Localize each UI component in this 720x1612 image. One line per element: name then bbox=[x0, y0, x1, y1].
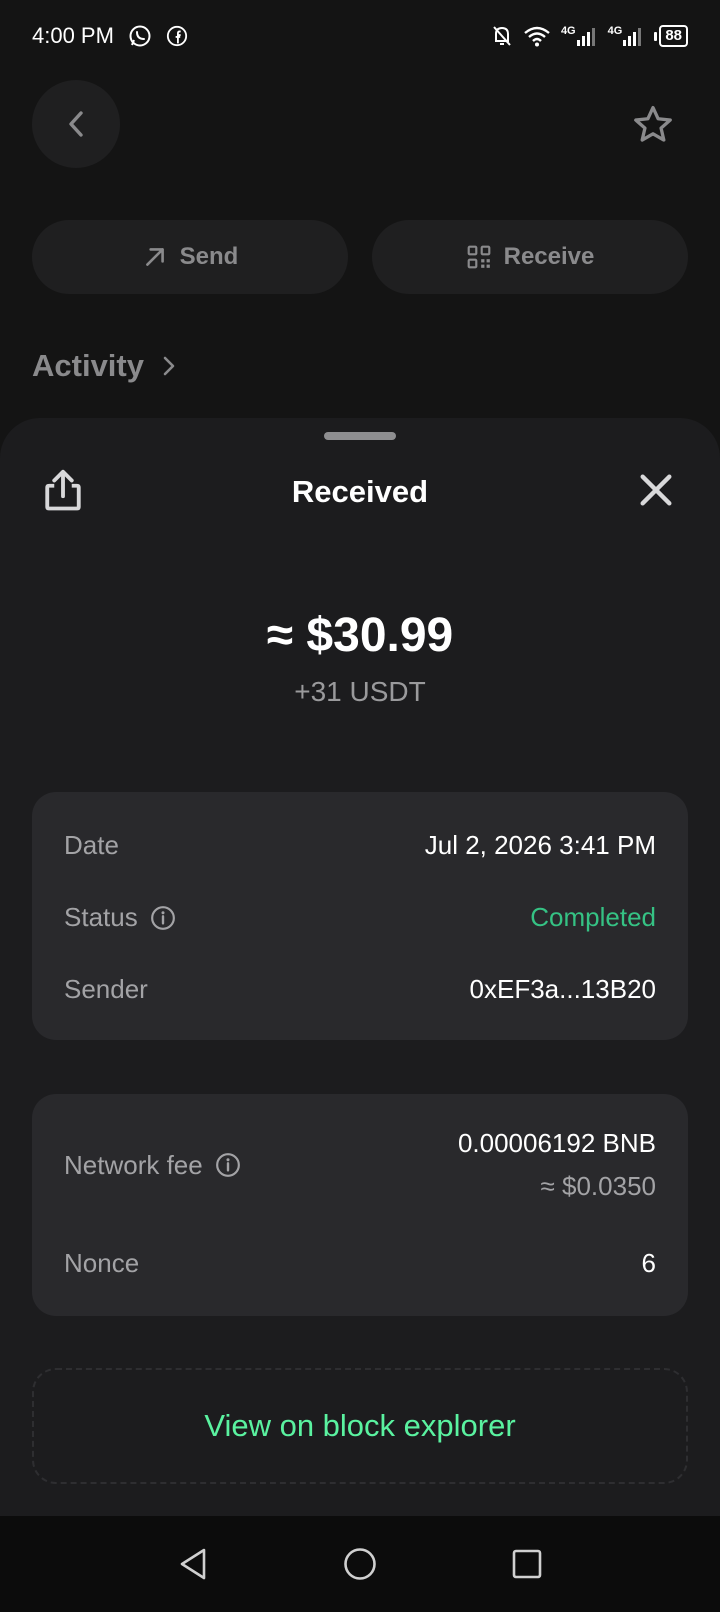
activity-link[interactable]: Activity bbox=[32, 348, 176, 384]
status-time: 4:00 PM bbox=[32, 23, 114, 48]
signal-icon-1: 4G bbox=[561, 25, 598, 47]
activity-label: Activity bbox=[32, 348, 144, 383]
receive-button[interactable]: Receive bbox=[372, 220, 688, 294]
bell-muted-icon bbox=[491, 24, 513, 48]
nav-home-button[interactable] bbox=[338, 1542, 382, 1586]
back-button[interactable] bbox=[32, 80, 120, 168]
background-screen: Send Receive Activity bbox=[0, 72, 720, 412]
status-label-group: Status bbox=[64, 902, 176, 933]
square-recents-icon bbox=[512, 1549, 541, 1579]
star-icon bbox=[634, 105, 672, 142]
close-icon bbox=[640, 474, 672, 506]
date-row: Date Jul 2, 2026 3:41 PM bbox=[64, 830, 656, 861]
date-value: Jul 2, 2026 3:41 PM bbox=[424, 830, 656, 860]
sender-label: Sender bbox=[64, 974, 148, 1004]
fee-value: 0.00006192 BNB bbox=[457, 1128, 656, 1158]
nonce-row: Nonce 6 bbox=[64, 1248, 656, 1279]
signal-icon-2: 4G bbox=[608, 25, 645, 47]
date-label: Date bbox=[64, 830, 119, 860]
receive-label: Receive bbox=[503, 243, 595, 270]
drag-handle[interactable] bbox=[324, 432, 396, 440]
favorite-button[interactable] bbox=[630, 102, 676, 148]
send-label: Send bbox=[179, 243, 239, 270]
transaction-sheet: Received ≈ $30.99 +31 USDT Date Jul 2, 2… bbox=[0, 418, 720, 1516]
info-icon[interactable] bbox=[150, 905, 176, 931]
sheet-header: Received bbox=[0, 458, 720, 522]
fee-usd: ≈ $0.0350 bbox=[540, 1171, 656, 1201]
chevron-left-icon bbox=[69, 111, 83, 137]
fee-row: Network fee 0.00006192 BNB ≈ $0.0350 bbox=[64, 1128, 656, 1202]
nonce-value: 6 bbox=[641, 1248, 656, 1278]
fee-values: 0.00006192 BNB ≈ $0.0350 bbox=[458, 1128, 656, 1202]
details-card: Date Jul 2, 2026 3:41 PM Status Complete… bbox=[32, 792, 688, 1040]
status-label: Status bbox=[64, 902, 138, 932]
fees-card: Network fee 0.00006192 BNB ≈ $0.0350 Non… bbox=[32, 1094, 688, 1316]
nonce-label: Nonce bbox=[64, 1248, 140, 1278]
status-value: Completed bbox=[530, 902, 656, 932]
fee-label-group: Network fee bbox=[64, 1150, 241, 1181]
view-explorer-button[interactable]: View on block explorer bbox=[32, 1368, 688, 1484]
amount-usd: ≈ $30.99 bbox=[266, 609, 454, 662]
whatsapp-icon bbox=[128, 24, 152, 48]
close-button[interactable] bbox=[636, 470, 676, 510]
amount-token: +31 USDT bbox=[294, 676, 426, 707]
info-icon[interactable] bbox=[215, 1152, 241, 1178]
send-button[interactable]: Send bbox=[32, 220, 348, 294]
chevron-right-icon bbox=[163, 356, 175, 376]
sender-address[interactable]: 0xEF3a...13B20 bbox=[470, 974, 656, 1005]
nav-back-button[interactable] bbox=[171, 1542, 215, 1586]
triangle-back-icon bbox=[181, 1548, 206, 1580]
explorer-label: View on block explorer bbox=[204, 1408, 516, 1443]
sheet-title: Received bbox=[291, 474, 429, 509]
action-row: Send Receive bbox=[32, 220, 688, 294]
fee-label: Network fee bbox=[64, 1149, 203, 1180]
circle-home-icon bbox=[344, 1548, 376, 1580]
system-nav-bar bbox=[0, 1516, 720, 1612]
status-bar: 4:00 PM 4G 4G 88 bbox=[0, 0, 720, 72]
wifi-icon bbox=[523, 25, 551, 47]
nav-recents-button[interactable] bbox=[505, 1542, 549, 1586]
sender-row: Sender 0xEF3a...13B20 bbox=[64, 974, 656, 1005]
facebook-icon bbox=[166, 25, 188, 47]
status-row: Status Completed bbox=[64, 902, 656, 933]
qr-code-icon bbox=[467, 245, 490, 269]
battery-icon: 88 bbox=[654, 25, 688, 47]
arrow-up-right-icon bbox=[145, 248, 164, 266]
